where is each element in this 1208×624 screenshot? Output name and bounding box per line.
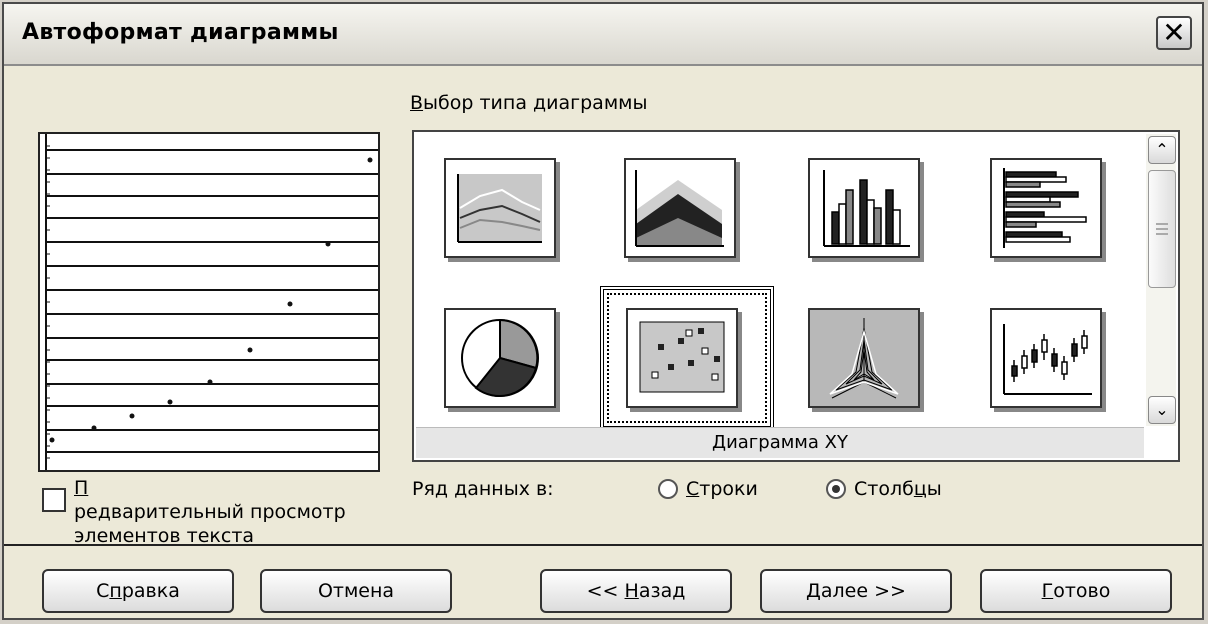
- finish-button[interactable]: Готово: [980, 569, 1172, 613]
- chart-type-section-title: Выбор типа диаграммы: [410, 92, 648, 114]
- chart-type-xy[interactable]: [626, 308, 738, 408]
- xy-scatter-chart-icon: [639, 321, 725, 393]
- preview-point: [367, 157, 373, 163]
- chart-type-area[interactable]: [624, 158, 736, 258]
- chart-autoformat-dialog: Автоформат диаграммы ✕ Предварительный п…: [2, 2, 1204, 620]
- chevron-up-icon: ⌃: [1155, 140, 1169, 159]
- chart-type-column[interactable]: [808, 158, 920, 258]
- bar-chart-icon: [1003, 168, 1087, 248]
- next-button[interactable]: Далее >>: [760, 569, 952, 613]
- gallery-scrollbar[interactable]: ⌃ ⌄: [1146, 134, 1176, 426]
- data-series-label: Ряд данных в:: [412, 478, 554, 500]
- scroll-thumb[interactable]: [1148, 170, 1176, 288]
- series-rows-radio[interactable]: Строки: [658, 478, 758, 500]
- chart-type-pie[interactable]: [444, 308, 556, 408]
- preview-point: [325, 241, 331, 247]
- close-button[interactable]: ✕: [1156, 16, 1192, 50]
- preview-point: [49, 437, 55, 443]
- preview-point: [129, 413, 135, 419]
- chart-type-stock[interactable]: [990, 308, 1102, 408]
- scroll-down-button[interactable]: ⌄: [1148, 396, 1176, 424]
- stock-chart-icon: [1003, 324, 1092, 395]
- preview-text-checkbox-label: Предварительный просмотр элементов текст…: [74, 477, 346, 547]
- preview-point: [167, 399, 173, 405]
- line-chart-icon: [457, 174, 542, 243]
- chart-type-line[interactable]: [444, 158, 556, 258]
- chevron-down-icon: ⌄: [1155, 400, 1169, 419]
- preview-scatter-plot: [45, 134, 378, 470]
- radio-rows-circle[interactable]: [658, 479, 678, 499]
- column-chart-icon: [823, 170, 910, 247]
- preview-text-elements-option[interactable]: Предварительный просмотр элементов текст…: [42, 476, 384, 548]
- radio-columns-circle[interactable]: [826, 479, 846, 499]
- chart-type-net[interactable]: [808, 308, 920, 408]
- preview-point: [247, 347, 253, 353]
- button-row-divider: [4, 544, 1202, 546]
- preview-point: [287, 301, 293, 307]
- chart-type-bar[interactable]: [990, 158, 1102, 258]
- back-button[interactable]: << Назад: [540, 569, 732, 613]
- scroll-up-button[interactable]: ⌃: [1148, 136, 1176, 164]
- net-chart-icon: [829, 318, 899, 399]
- chart-preview: [38, 132, 380, 472]
- chart-type-gallery[interactable]: ⌃ ⌄ Диаграмма XY: [412, 130, 1180, 462]
- selected-chart-type-caption: Диаграмма XY: [416, 427, 1144, 458]
- cancel-button[interactable]: Отмена: [260, 569, 452, 613]
- preview-text-checkbox[interactable]: [42, 488, 66, 512]
- help-button[interactable]: Справка: [42, 569, 234, 613]
- preview-point: [91, 425, 97, 431]
- area-chart-icon: [635, 170, 724, 247]
- close-icon: ✕: [1162, 16, 1186, 49]
- dialog-title: Автоформат диаграммы: [22, 20, 339, 45]
- pie-chart-icon: [461, 318, 539, 398]
- preview-point: [207, 379, 213, 385]
- title-bar: Автоформат диаграммы ✕: [4, 4, 1202, 66]
- series-columns-radio[interactable]: Столб ц ы: [826, 478, 942, 500]
